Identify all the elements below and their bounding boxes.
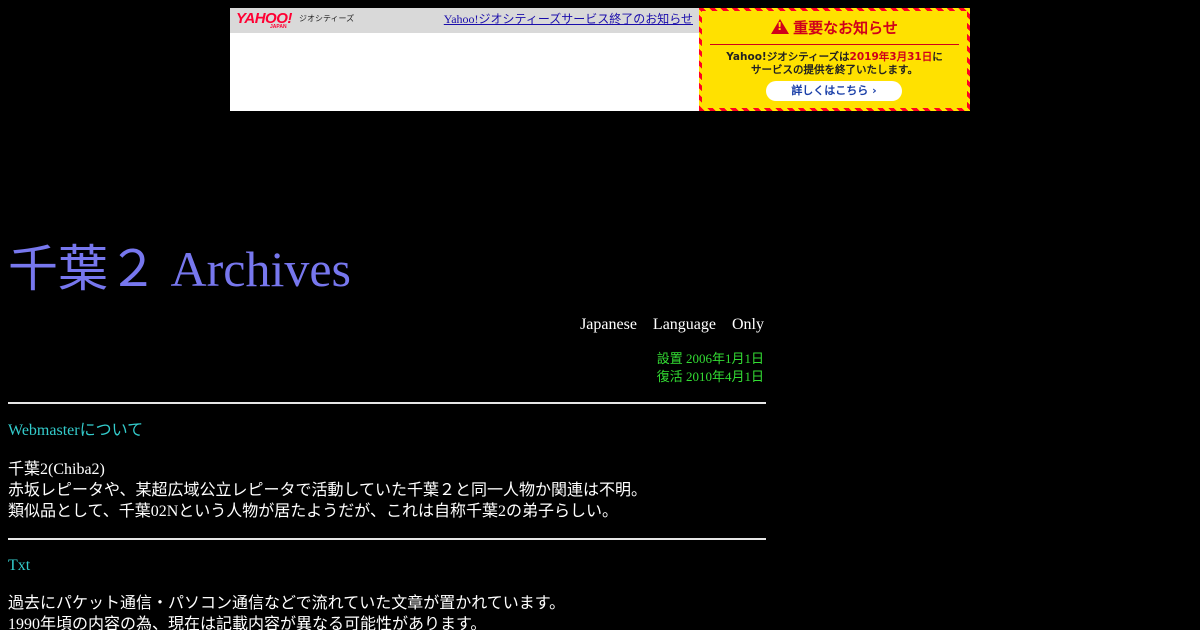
important-notice-ad[interactable]: 重要なお知らせ Yahoo!ジオシティーズは2019年3月31日に サービスの提… [699,8,970,111]
page-title: 千葉２ Archives [8,241,351,297]
yahoo-japan-logo[interactable]: YAHOO! JAPAN ジオシティーズ [236,11,366,31]
webmaster-line-3: 類似品として、千葉02Nという人物が居たようだが、これは自称千葉2の弟子らしい。 [8,503,618,520]
webmaster-section-link[interactable]: Webmasterについて [8,421,143,441]
webmaster-line-2: 赤坂レピータや、某超広域公立レピータで活動していた千葉２と同一人物か関連は不明。 [8,482,648,499]
webmaster-line-1: 千葉2(Chiba2) [8,461,105,478]
geocities-service-name: ジオシティーズ [299,14,355,23]
revived-date: 復活 2010年4月1日 [656,369,764,384]
notice-divider [710,44,959,45]
notice-end-date: 2019年3月31日 [849,51,933,63]
txt-line-2: 1990年頃の内容の為、現在は記載内容が異なる可能性があります。 [8,616,487,630]
page: YAHOO! JAPAN ジオシティーズ Yahoo!ジオシティーズサービス終了… [0,0,1200,630]
notice-panel: 重要なお知らせ Yahoo!ジオシティーズは2019年3月31日に サービスの提… [702,11,967,108]
notice-text: Yahoo!ジオシティーズは2019年3月31日に サービスの提供を終了いたしま… [706,51,963,77]
notice-text-line2: サービスの提供を終了いたします。 [751,64,918,76]
notice-text-suffix: に [932,51,943,63]
language-note: Japanese Language Only [580,316,764,333]
notice-title: 重要なお知らせ [702,19,967,37]
notice-text-prefix: Yahoo!ジオシティーズは [726,51,850,63]
banner-header-bar: YAHOO! JAPAN ジオシティーズ Yahoo!ジオシティーズサービス終了… [230,8,699,33]
site-dates: 設置 2006年1月1日 復活 2010年4月1日 [8,350,764,386]
txt-line-1: 過去にパケット通信・パソコン通信などで流れていた文章が置かれています。 [8,595,566,612]
webmaster-description: 千葉2(Chiba2) 赤坂レピータや、某超広域公立レピータで活動していた千葉２… [8,459,768,522]
details-button[interactable]: 詳しくはこちら › [766,81,902,101]
txt-description: 過去にパケット通信・パソコン通信などで流れていた文章が置かれています。 1990… [8,593,768,630]
txt-section-link[interactable]: Txt [8,556,30,576]
notice-title-text: 重要なお知らせ [793,19,898,37]
yahoo-logo-sub: JAPAN [270,24,287,30]
divider [8,402,766,404]
notice-text-line1: Yahoo!ジオシティーズは2019年3月31日に [706,51,963,64]
warning-icon [771,19,790,34]
service-end-notice-link[interactable]: Yahoo!ジオシティーズサービス終了のお知らせ [444,12,693,27]
established-date: 設置 2006年1月1日 [656,351,764,366]
banner-left-panel: YAHOO! JAPAN ジオシティーズ Yahoo!ジオシティーズサービス終了… [230,8,699,111]
geocities-banner: YAHOO! JAPAN ジオシティーズ Yahoo!ジオシティーズサービス終了… [230,8,970,111]
divider [8,538,766,540]
